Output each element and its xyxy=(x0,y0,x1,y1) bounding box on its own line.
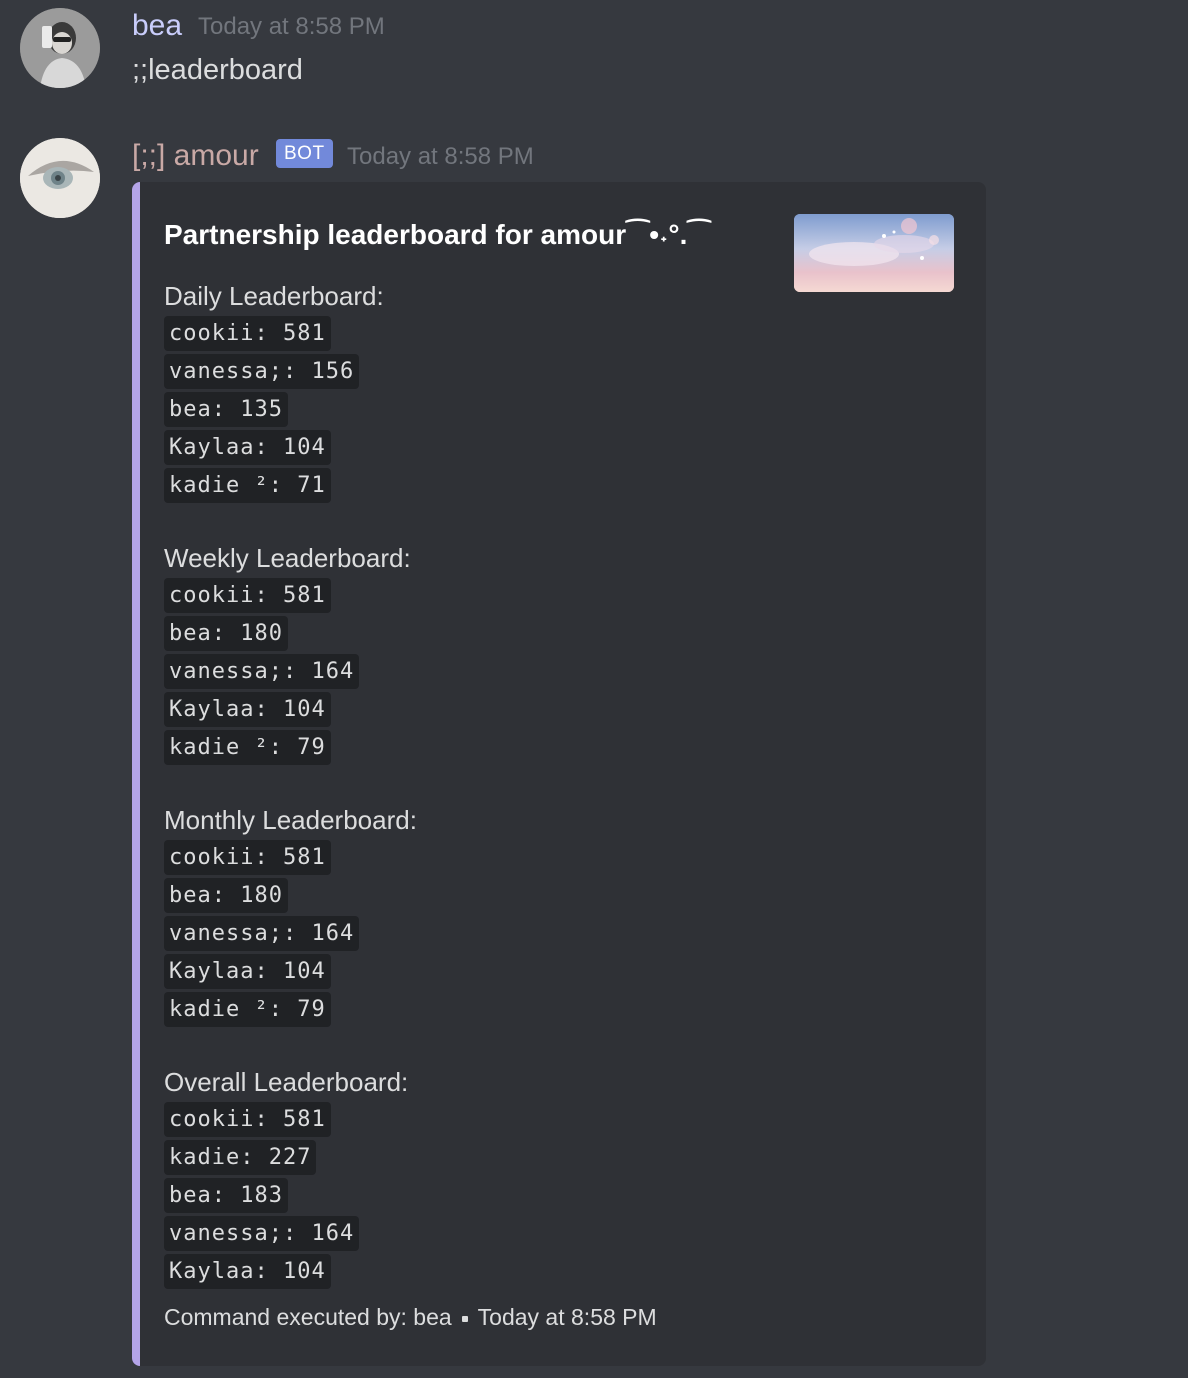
overall-leaderboard: Overall Leaderboard: cookii: 581 kadie: … xyxy=(164,1064,408,1292)
message-author[interactable]: bea xyxy=(132,8,182,44)
leaderboard-entry: cookii: 581 xyxy=(164,316,331,351)
embed-title: Partnership leaderboard for amour⁀•˖°.⁀ xyxy=(164,219,711,250)
leaderboard-entry: cookii: 581 xyxy=(164,840,331,875)
avatar-amour[interactable] xyxy=(20,138,100,218)
leaderboard-entry: Kaylaa: 104 xyxy=(164,430,331,465)
leaderboard-entry: bea: 180 xyxy=(164,878,288,913)
leaderboard-entry: vanessa;: 164 xyxy=(164,1216,360,1251)
avatar-bea[interactable] xyxy=(20,8,100,88)
leaderboard-entry: kadie ²: 79 xyxy=(164,730,331,765)
section-heading: Monthly Leaderboard: xyxy=(164,805,417,835)
footer-timestamp: Today at 8:58 PM xyxy=(477,1304,657,1330)
leaderboard-entry: bea: 180 xyxy=(164,616,288,651)
daily-leaderboard: Daily Leaderboard: cookii: 581 vanessa;:… xyxy=(164,278,384,506)
sky-thumbnail-image xyxy=(794,214,954,292)
footer-separator xyxy=(461,1315,468,1322)
leaderboard-entry: Kaylaa: 104 xyxy=(164,954,331,989)
leaderboard-entry: cookii: 581 xyxy=(164,578,331,613)
weekly-leaderboard: Weekly Leaderboard: cookii: 581 bea: 180… xyxy=(164,540,411,768)
leaderboard-entry: Kaylaa: 104 xyxy=(164,692,331,727)
avatar-image xyxy=(20,138,100,218)
embed-footer: Command executed by: bea Today at 8:58 PM xyxy=(164,1302,657,1332)
leaderboard-entry: vanessa;: 164 xyxy=(164,916,360,951)
monthly-leaderboard: Monthly Leaderboard: cookii: 581 bea: 18… xyxy=(164,802,417,1030)
leaderboard-entry: kadie ²: 79 xyxy=(164,992,331,1027)
leaderboard-entry: vanessa;: 156 xyxy=(164,354,360,389)
avatar-image xyxy=(20,8,100,88)
section-heading: Overall Leaderboard: xyxy=(164,1067,409,1097)
bot-badge: BOT xyxy=(276,139,333,168)
leaderboard-entry: kadie ²: 71 xyxy=(164,468,331,503)
section-heading: Daily Leaderboard: xyxy=(164,281,384,311)
section-heading: Weekly Leaderboard: xyxy=(164,543,411,573)
leaderboard-entry: Kaylaa: 104 xyxy=(164,1254,331,1289)
leaderboard-embed: Partnership leaderboard for amour⁀•˖°.⁀ … xyxy=(132,182,986,1366)
message-timestamp: Today at 8:58 PM xyxy=(347,143,534,170)
embed-thumbnail[interactable] xyxy=(794,214,954,292)
leaderboard-entry: kadie: 227 xyxy=(164,1140,317,1175)
leaderboard-entry: bea: 135 xyxy=(164,392,288,427)
leaderboard-entry: cookii: 581 xyxy=(164,1102,331,1137)
message-content: ;;leaderboard xyxy=(132,54,303,86)
leaderboard-entry: vanessa;: 164 xyxy=(164,654,360,689)
message-timestamp: Today at 8:58 PM xyxy=(198,13,385,40)
embed-accent-bar xyxy=(132,182,140,1366)
footer-text: Command executed by: bea xyxy=(164,1304,452,1330)
bot-author[interactable]: [;;] amour xyxy=(132,138,259,174)
leaderboard-entry: bea: 183 xyxy=(164,1178,288,1213)
